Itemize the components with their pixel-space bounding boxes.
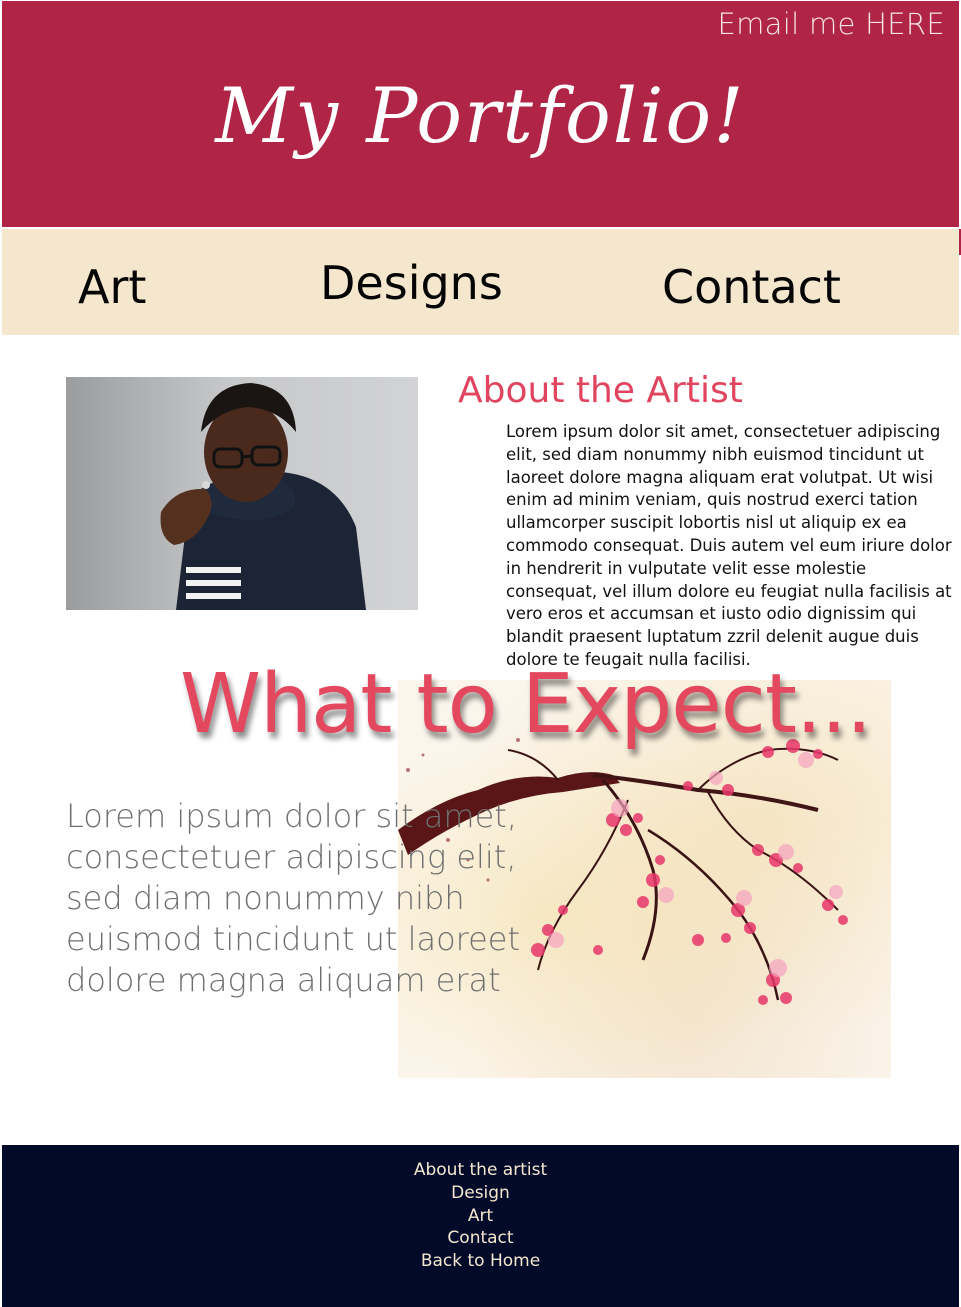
footer-list-item: Contact bbox=[2, 1227, 959, 1250]
footer-list-item: Art bbox=[2, 1205, 959, 1228]
footer-list-item: Back to Home bbox=[2, 1250, 959, 1273]
expect-text: Lorem ipsum dolor sit amet, consectetuer… bbox=[66, 797, 521, 999]
footer-list-item: Design bbox=[2, 1182, 959, 1205]
footer-link-design[interactable]: Design bbox=[451, 1183, 510, 1203]
artist-photo-illustration bbox=[160, 383, 366, 610]
nav-item-art[interactable]: Art bbox=[78, 260, 146, 314]
email-link[interactable]: Email me HERE bbox=[718, 7, 946, 41]
footer-list-item: About the artist bbox=[2, 1159, 959, 1182]
site-header: Email me HERE My Portfolio! bbox=[2, 1, 959, 227]
nav-item-designs[interactable]: Designs bbox=[320, 256, 503, 310]
expect-heading: What to Expect... bbox=[180, 657, 872, 752]
main-nav: Art Designs Contact bbox=[2, 229, 961, 335]
footer-link-contact[interactable]: Contact bbox=[447, 1228, 513, 1248]
site-footer: About the artist Design Art Contact Back… bbox=[2, 1145, 959, 1307]
footer-link-art[interactable]: Art bbox=[468, 1206, 493, 1226]
footer-links: About the artist Design Art Contact Back… bbox=[2, 1159, 959, 1273]
nav-item-contact[interactable]: Contact bbox=[662, 260, 841, 314]
footer-link-back-home[interactable]: Back to Home bbox=[421, 1251, 540, 1271]
about-text: Lorem ipsum dolor sit amet, consectetuer… bbox=[506, 422, 952, 669]
site-title: My Portfolio! bbox=[215, 71, 746, 160]
artist-photo bbox=[66, 377, 418, 610]
about-heading: About the Artist bbox=[458, 370, 743, 411]
footer-link-about-artist[interactable]: About the artist bbox=[414, 1160, 547, 1180]
